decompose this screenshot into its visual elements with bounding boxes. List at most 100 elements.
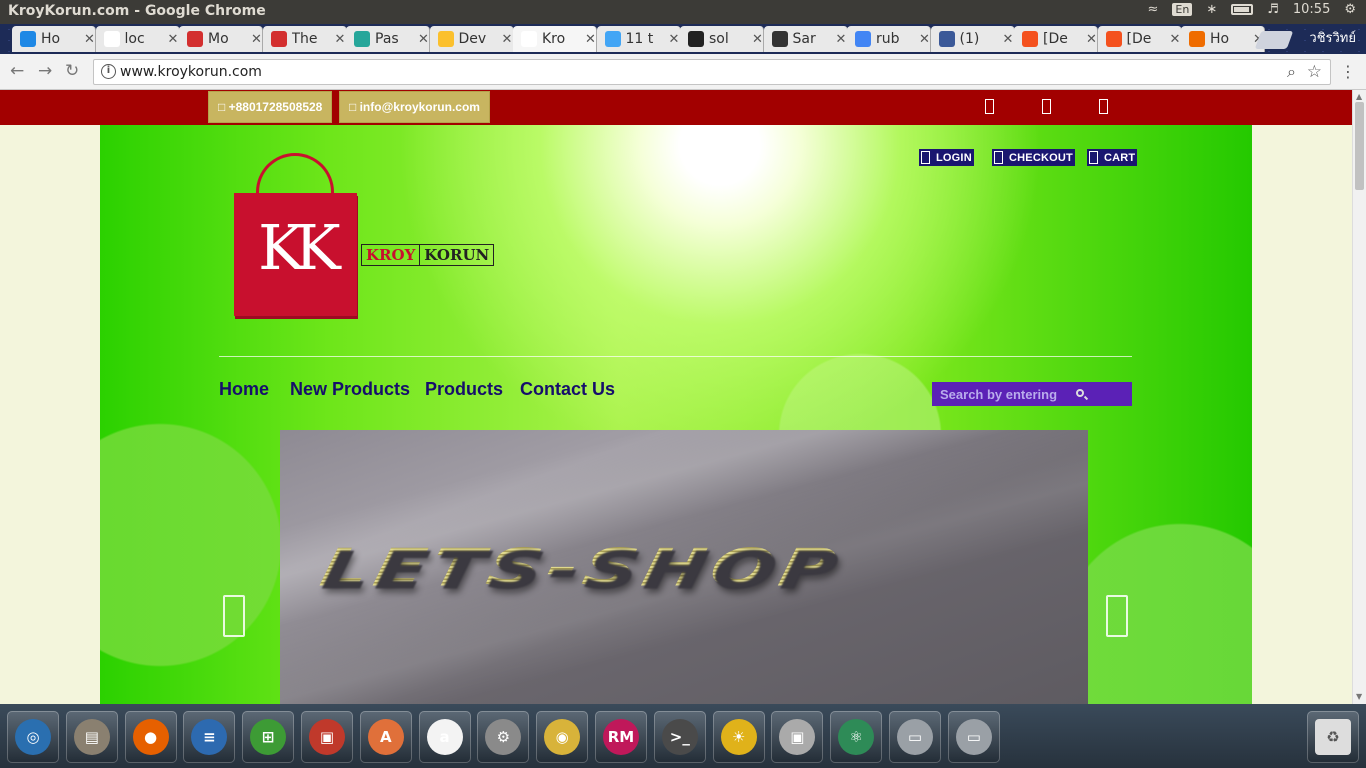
trash-glyph: ♻ (1315, 719, 1351, 755)
rubymine-icon[interactable]: RM (595, 711, 647, 763)
tab-favicon-icon (437, 31, 454, 47)
tab-4[interactable]: Pas ✕ (346, 26, 430, 52)
tab-close-icon[interactable]: ✕ (919, 32, 930, 47)
twitter-icon[interactable] (1042, 99, 1051, 114)
nav-contact-us[interactable]: Contact Us (520, 379, 615, 400)
login-link[interactable]: LOGIN (919, 149, 974, 166)
tab-close-icon[interactable]: ✕ (335, 32, 346, 47)
calc-icon[interactable]: ⊞ (242, 711, 295, 763)
impress-icon[interactable]: ▣ (301, 711, 353, 763)
tab-label: Ho (1210, 31, 1230, 47)
login-label: LOGIN (936, 151, 972, 164)
scroll-down-icon[interactable]: ▼ (1356, 692, 1362, 701)
tab-3[interactable]: The ✕ (262, 26, 347, 52)
email-button[interactable]: □ info@kroykorun.com (339, 91, 490, 123)
tab-favicon-icon (1105, 31, 1122, 47)
phone-button[interactable]: □ +8801728508528 (208, 91, 333, 123)
tab-favicon-icon (354, 31, 370, 47)
tab-14[interactable]: Ho✕ (1181, 26, 1265, 52)
address-url[interactable]: www.kroykorun.com (120, 64, 262, 80)
tab-close-icon[interactable]: ✕ (669, 32, 680, 47)
checkout-link[interactable]: CHECKOUT (992, 149, 1075, 166)
search-icon[interactable] (1076, 389, 1084, 397)
back-icon[interactable]: ← (10, 61, 24, 81)
tab-close-icon[interactable]: ✕ (502, 32, 513, 47)
firefox-icon[interactable]: ● (124, 711, 177, 763)
tab-2[interactable]: Mo ✕ (179, 26, 263, 52)
tab-favicon-icon (1189, 31, 1205, 47)
camera-icon[interactable]: ▣ (771, 711, 824, 763)
clock[interactable]: 10:55 (1293, 2, 1330, 17)
nav-products[interactable]: Products (425, 379, 503, 400)
zoom-icon[interactable]: ⌕ (1287, 62, 1296, 82)
tab-12[interactable]: [De ✕ (1014, 26, 1098, 52)
writer-icon[interactable]: ≡ (183, 711, 236, 763)
logo-monogram: KK (258, 211, 341, 284)
cart-link[interactable]: CART (1087, 149, 1138, 166)
tab-close-icon[interactable]: ✕ (752, 32, 763, 47)
tab-close-icon[interactable]: ✕ (1003, 32, 1014, 47)
tab-8[interactable]: sol ✕ (680, 26, 764, 52)
tab-0[interactable]: Ho ✕ (12, 26, 96, 52)
tab-13[interactable]: [De ✕ (1097, 26, 1182, 52)
tab-6[interactable]: Kro ✕ (513, 26, 597, 52)
amazon-icon[interactable]: a (418, 711, 471, 763)
atom-icon-glyph: ⚛ (838, 719, 875, 755)
nav-home[interactable]: Home (219, 379, 269, 400)
settings-gear-icon[interactable]: ⚙ (1344, 2, 1356, 17)
bluetooth-icon[interactable]: ∗ (1206, 2, 1217, 17)
tab-10[interactable]: rub ✕ (847, 26, 931, 52)
slider-next-icon[interactable] (1106, 595, 1128, 637)
tab-close-icon[interactable]: ✕ (418, 32, 429, 47)
tab-close-icon[interactable]: ✕ (251, 32, 262, 47)
tab-close-icon[interactable]: ✕ (168, 32, 179, 47)
drive-icon[interactable]: ▭ (889, 711, 941, 763)
keyboard-language[interactable]: En (1172, 3, 1193, 16)
forward-icon[interactable]: → (38, 61, 52, 81)
tab-9[interactable]: Sar ✕ (763, 26, 848, 52)
bookmark-star-icon[interactable]: ☆ (1307, 62, 1322, 82)
tab-close-icon[interactable]: ✕ (1170, 32, 1181, 47)
new-tab-button[interactable] (1254, 31, 1294, 49)
tab-close-icon[interactable]: ✕ (585, 32, 596, 47)
drive-icon-2[interactable]: ▭ (947, 711, 1000, 763)
tab-close-icon[interactable]: ✕ (1086, 32, 1097, 47)
terminal-icon[interactable]: >_ (653, 711, 706, 763)
wifi-icon[interactable]: ≈ (1147, 2, 1158, 17)
tab-label: The (291, 31, 318, 47)
reload-icon[interactable]: ↻ (65, 61, 79, 81)
slider-prev-icon[interactable] (223, 595, 245, 637)
tab-7[interactable]: 11 t ✕ (596, 26, 681, 52)
scrollbar-thumb[interactable] (1355, 102, 1364, 190)
facebook-icon[interactable] (985, 99, 994, 114)
google-plus-icon[interactable] (1099, 99, 1108, 114)
tab-1[interactable]: loc ✕ (95, 26, 180, 52)
chrome-icon[interactable]: ◉ (536, 711, 589, 763)
indicator-icon[interactable]: ☀ (712, 711, 765, 763)
drive-icon-glyph: ▭ (897, 719, 933, 755)
chrome-menu-icon[interactable]: ⋮ (1340, 62, 1356, 81)
tab-label: Sar (792, 31, 816, 47)
battery-icon[interactable] (1231, 4, 1254, 15)
software-center-icon[interactable]: A (359, 711, 412, 763)
atom-icon[interactable]: ⚛ (830, 711, 883, 763)
site-container: LOGIN CHECKOUT CART KK KROY KORUN Home N… (100, 125, 1252, 704)
nav-new-products[interactable]: New Products (290, 379, 410, 400)
page-scrollbar[interactable]: ▲ ▼ (1352, 90, 1366, 704)
tab-label: Dev (458, 31, 487, 47)
trash-icon[interactable]: ♻ (1307, 711, 1359, 763)
site-info-icon[interactable]: i (101, 64, 116, 79)
ubuntu-dash-icon[interactable]: ◎ (7, 711, 59, 763)
tab-label: 11 t (625, 31, 654, 47)
logo-wordmark[interactable]: KROY KORUN (361, 244, 495, 266)
address-bar[interactable]: i www.kroykorun.com ⌕ ☆ (93, 59, 1331, 85)
tab-11[interactable]: (1) ✕ (930, 26, 1015, 52)
volume-icon[interactable]: ♬ (1267, 2, 1279, 17)
profile-name[interactable]: วชิรวิทย์ (1309, 27, 1356, 48)
scroll-up-icon[interactable]: ▲ (1356, 92, 1362, 101)
files-icon[interactable]: ▤ (65, 711, 118, 763)
tab-close-icon[interactable]: ✕ (836, 32, 847, 47)
tab-close-icon[interactable]: ✕ (84, 32, 95, 47)
tab-5[interactable]: Dev ✕ (429, 26, 514, 52)
system-settings-icon[interactable]: ⚙ (477, 711, 530, 763)
